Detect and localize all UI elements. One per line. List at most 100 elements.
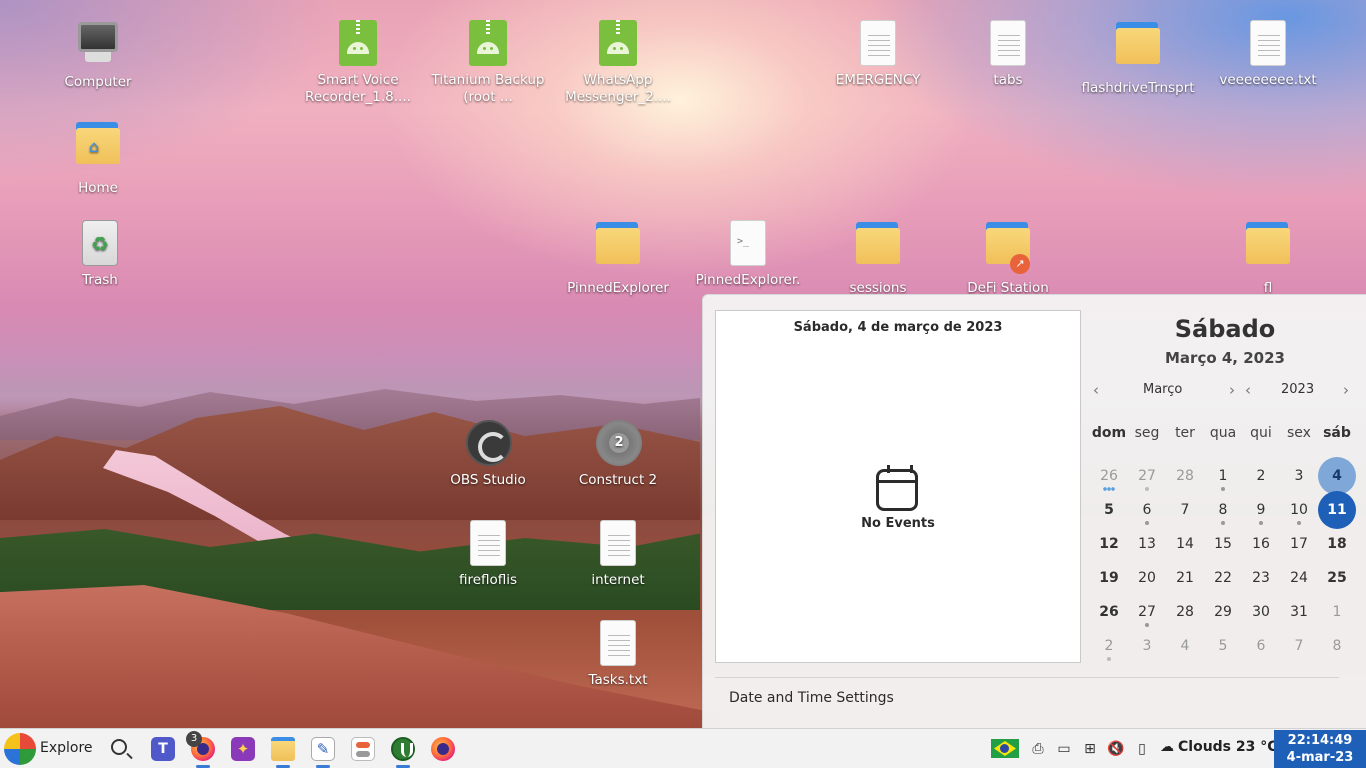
settings-toggles-button[interactable] [346, 733, 380, 765]
weather-widget[interactable]: ☁ Clouds 23 °C [1160, 739, 1278, 755]
calendar-day-cell[interactable]: 2 [1090, 629, 1128, 663]
desktop-icon-smart-voice[interactable]: Smart Voice Recorder_1.8.... [298, 20, 418, 106]
teams-icon: T [151, 737, 175, 761]
weekday-title: Sábado [1174, 315, 1276, 343]
desktop-icon-fireflo[interactable]: firefloflis [428, 520, 548, 589]
calendar-day-cell[interactable]: 19 [1090, 561, 1128, 595]
desktop-icon-titanium[interactable]: Titanium Backup (root ... [428, 20, 548, 106]
text-file-icon [596, 520, 640, 568]
calendar-day-cell[interactable]: 1 [1318, 595, 1356, 629]
calendar-day-cell[interactable]: 15 [1204, 527, 1242, 561]
calendar-day-cell[interactable]: 26 [1090, 595, 1128, 629]
day-number: 24 [1290, 570, 1308, 586]
printer-icon[interactable]: ⎙ [1028, 739, 1048, 759]
calendar-day-cell[interactable]: 24 [1280, 561, 1318, 595]
calendar-day-cell[interactable]: 7 [1166, 493, 1204, 527]
desktop-icon-emergency[interactable]: EMERGENCY [818, 20, 938, 89]
calendar-day-cell[interactable]: 27 [1128, 595, 1166, 629]
day-number: 27 [1138, 468, 1156, 484]
calendar-day-cell[interactable]: 25 [1318, 561, 1356, 595]
calendar-day-cell[interactable]: 6 [1242, 629, 1280, 663]
calendar-day-cell[interactable]: 3 [1280, 459, 1318, 493]
firefox-launcher-button[interactable] [426, 733, 460, 765]
keyboard-layout-flag-icon[interactable] [991, 739, 1019, 758]
calendar-day-cell[interactable]: 17 [1280, 527, 1318, 561]
calendar-day-cell[interactable]: 16 [1242, 527, 1280, 561]
calendar-day-cell[interactable]: 8 [1204, 493, 1242, 527]
day-number: 30 [1252, 604, 1270, 620]
prev-year-button[interactable]: ‹ [1245, 381, 1251, 399]
day-number: 19 [1099, 570, 1119, 586]
next-month-button[interactable]: › [1229, 381, 1235, 399]
drive-icon[interactable]: ▭ [1054, 739, 1074, 759]
desktop-icon-tabs[interactable]: tabs [948, 20, 1068, 89]
next-year-button[interactable]: › [1343, 381, 1349, 399]
calendar-day-cell[interactable]: 6 [1128, 493, 1166, 527]
calendar-day-cell[interactable]: 3 [1128, 629, 1166, 663]
battery-icon[interactable]: ▯ [1132, 739, 1152, 759]
day-number: 28 [1176, 604, 1194, 620]
text-file-icon [856, 20, 900, 68]
calendar-day-cell[interactable]: 11 [1318, 491, 1356, 529]
desktop-icon-internet[interactable]: internet [558, 520, 678, 589]
day-number: 12 [1099, 536, 1119, 552]
calendar-day-cell[interactable]: 12 [1090, 527, 1128, 561]
text-editor-button[interactable]: ✎ [306, 733, 340, 768]
desktop-icon-pinned-explorer-script[interactable]: >_ PinnedExplorer. [688, 220, 808, 289]
calendar-day-cell[interactable]: 4 [1166, 629, 1204, 663]
file-manager-button[interactable] [266, 733, 300, 768]
calendar-day-cell[interactable]: 28 [1166, 459, 1204, 493]
teams-button[interactable]: T [146, 733, 180, 765]
calendar-day-cell[interactable]: 1 [1204, 459, 1242, 493]
desktop-icon-defi-station[interactable]: ↗ DeFi Station [948, 220, 1068, 297]
day-number: 22 [1214, 570, 1232, 586]
event-dot-indicator [1221, 487, 1225, 491]
magic-wand-app-button[interactable]: ✦ [226, 733, 260, 765]
volume-muted-icon[interactable]: 🔇 [1106, 739, 1126, 759]
clock-button[interactable]: 22:14:49 4-mar-23 [1274, 730, 1366, 768]
search-button[interactable] [104, 733, 138, 765]
desktop-icon-construct[interactable]: 2 Construct 2 [558, 420, 678, 489]
desktop-icon-flashdrive[interactable]: flashdriveTrnsprt [1078, 20, 1198, 97]
calendar-day-cell[interactable]: 2 [1242, 459, 1280, 493]
prev-month-button[interactable]: ‹ [1093, 381, 1099, 399]
calendar-day-cell[interactable]: 28 [1166, 595, 1204, 629]
desktop-icon-tasks[interactable]: Tasks.txt [558, 620, 678, 689]
desktop-icon-obs[interactable]: OBS Studio [428, 420, 548, 489]
text-file-icon [466, 520, 510, 568]
plant-app-button[interactable] [386, 733, 420, 768]
desktop-icon-pinned-explorer[interactable]: PinnedExplorer [558, 220, 678, 297]
calendar-day-cell[interactable]: 5 [1090, 493, 1128, 527]
calendar-day-cell[interactable]: 21 [1166, 561, 1204, 595]
calendar-day-cell[interactable]: 4 [1318, 457, 1356, 495]
explore-button[interactable]: Explore [40, 740, 93, 756]
date-time-settings-link[interactable]: Date and Time Settings [729, 690, 894, 706]
folder-link-icon: ↗ [986, 222, 1030, 276]
calendar-day-cell[interactable]: 7 [1280, 629, 1318, 663]
calendar-day-cell[interactable]: 18 [1318, 527, 1356, 561]
start-menu-icon[interactable] [4, 733, 36, 765]
calendar-day-cell[interactable]: 29 [1204, 595, 1242, 629]
calendar-day-cell[interactable]: 30 [1242, 595, 1280, 629]
calendar-day-cell[interactable]: 13 [1128, 527, 1166, 561]
desktop-icon-sessions[interactable]: sessions [818, 220, 938, 297]
desktop-icon-fl[interactable]: fl [1208, 220, 1328, 297]
calendar-day-cell[interactable]: 8 [1318, 629, 1356, 663]
calendar-day-cell[interactable]: 10 [1280, 493, 1318, 527]
desktop-icon-home[interactable]: ⌂ Home [38, 120, 158, 197]
calendar-day-cell[interactable]: 27 [1128, 459, 1166, 493]
calendar-day-cell[interactable]: 20 [1128, 561, 1166, 595]
weather-text: Clouds 23 °C [1178, 739, 1278, 755]
calendar-day-cell[interactable]: 23 [1242, 561, 1280, 595]
calendar-day-cell[interactable]: 22 [1204, 561, 1242, 595]
calendar-day-cell[interactable]: 31 [1280, 595, 1318, 629]
calendar-day-cell[interactable]: 9 [1242, 493, 1280, 527]
desktop-icon-trash[interactable]: ♻ Trash [40, 220, 160, 289]
desktop-icon-whatsapp[interactable]: WhatsApp Messenger_2.... [558, 20, 678, 106]
calendar-day-cell[interactable]: 26 [1090, 459, 1128, 493]
calendar-day-cell[interactable]: 14 [1166, 527, 1204, 561]
desktop-icon-veeeeeeee[interactable]: veeeeeeee.txt [1208, 20, 1328, 89]
desktop-icon-computer[interactable]: Computer [38, 20, 158, 91]
calendar-day-cell[interactable]: 5 [1204, 629, 1242, 663]
network-icon[interactable]: ⊞ [1080, 739, 1100, 759]
